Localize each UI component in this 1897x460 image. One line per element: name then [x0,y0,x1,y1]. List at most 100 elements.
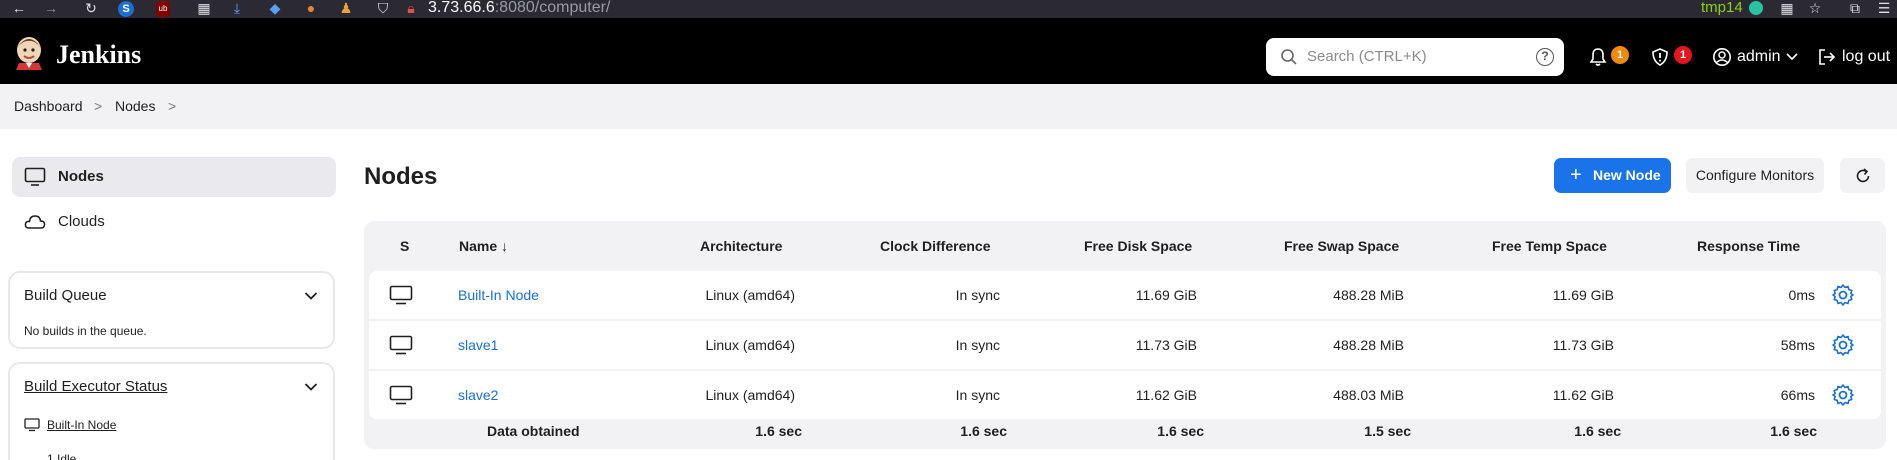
breadcrumb-separator[interactable]: > [168,84,176,129]
notifications-button[interactable]: 1 [1588,38,1629,76]
configure-monitors-button[interactable]: Configure Monitors [1686,158,1824,193]
search-help-icon[interactable]: ? [1536,48,1554,66]
address-bar[interactable]: 3.73.66.6:8080/computer/ [428,0,610,17]
executor-idle-text: 1 Idle [47,452,77,460]
download-icon[interactable]: ⤓ [228,0,246,18]
forward-icon[interactable]: → [42,0,60,18]
node-name-link[interactable]: slave2 [458,371,498,419]
column-header-status[interactable]: S [400,238,409,254]
column-header-free-temp[interactable]: Free Temp Space [1492,238,1607,254]
url-path: :8080/computer/ [494,0,611,16]
chevron-down-icon[interactable] [304,291,318,301]
computer-icon [389,335,413,355]
breadcrumb-dashboard[interactable]: Dashboard [14,84,83,129]
sidebar-item-label: Clouds [58,213,105,230]
node-free-swap: 488.28 MiB [1333,337,1404,353]
node-response-time: 58ms [1780,337,1815,353]
column-header-response-time[interactable]: Response Time [1697,238,1800,254]
column-header-free-swap[interactable]: Free Swap Space [1284,238,1399,254]
qr-grid-icon[interactable]: ▦ [1778,0,1796,18]
search-box[interactable]: Search (CTRL+K) ? [1266,38,1564,76]
table-row: slave2 Linux (amd64) In sync 11.62 GiB 4… [369,371,1881,419]
notifications-count-badge: 1 [1611,46,1629,64]
node-architecture: Linux (amd64) [705,337,796,353]
computer-icon [389,285,413,305]
node-response-time: 0ms [1788,287,1815,303]
person-extension-icon[interactable]: ♟ [337,0,355,18]
username-label: admin [1737,48,1781,65]
grid-extension-icon[interactable]: ▦ [195,0,213,18]
breadcrumb-separator: > [94,98,103,114]
browser-toolbar: ← → ↻ S ub ▦ ⤓ ◆ ● ♟ ⛉ 🔒︎ 3.73.66.6:8080… [0,0,1897,18]
new-node-button[interactable]: + New Node [1554,158,1671,193]
node-clock-difference: In sync [955,387,1000,403]
build-executor-panel: Build Executor Status Built-In Node 1 Id… [8,362,335,460]
computer-icon [24,167,46,186]
column-header-name[interactable]: Name ↓ [459,238,508,254]
computer-icon [24,418,40,432]
node-free-temp: 11.73 GiB [1552,337,1614,353]
profile-status-dot [1749,1,1763,15]
cloud-icon [24,215,46,229]
extension-blue-icon[interactable]: ◆ [266,0,284,18]
node-free-disk: 11.73 GiB [1135,337,1197,353]
cookie-icon[interactable]: ● [302,0,320,18]
user-menu[interactable]: admin [1712,38,1800,76]
refresh-icon [1856,168,1870,183]
gear-icon[interactable] [1831,283,1855,307]
logout-icon [1819,49,1836,65]
sidebar-item-label: Nodes [58,168,104,185]
table-row: slave1 Linux (amd64) In sync 11.73 GiB 4… [369,321,1881,369]
search-icon [1281,49,1297,65]
bookmark-star-icon[interactable]: ☆ [1806,0,1824,18]
node-name-link[interactable]: slave1 [458,321,498,369]
node-free-disk: 11.69 GiB [1135,287,1197,303]
gear-icon[interactable] [1831,383,1855,407]
node-architecture: Linux (amd64) [705,287,796,303]
breadcrumb: Dashboard > Nodes > [0,84,1897,129]
table-row: Built-In Node Linux (amd64) In sync 11.6… [369,271,1881,319]
back-icon[interactable]: ← [10,0,28,18]
node-free-swap: 488.03 MiB [1333,387,1404,403]
data-obtained-temp: 1.6 sec [1574,423,1621,439]
jenkins-header: Jenkins Search (CTRL+K) ? 1 1 admin log … [0,18,1897,84]
build-executor-title[interactable]: Build Executor Status [24,378,167,395]
sidebar-item-clouds[interactable]: Clouds [12,202,336,242]
chevron-down-icon[interactable] [304,382,318,392]
logout-button[interactable]: log out [1817,38,1895,76]
executor-node-link[interactable]: Built-In Node [47,418,116,432]
ublock-icon[interactable]: ub [156,1,170,17]
insecure-lock-icon[interactable]: 🔒︎ [402,0,420,18]
extension-s-icon[interactable]: S [118,1,134,17]
column-header-architecture[interactable]: Architecture [700,238,782,254]
build-queue-title[interactable]: Build Queue [24,287,107,304]
node-free-temp: 11.62 GiB [1552,387,1614,403]
node-clock-difference: In sync [955,287,1000,303]
search-input[interactable]: Search (CTRL+K) [1307,38,1427,76]
sidebar-item-nodes[interactable]: Nodes [12,157,336,197]
node-clock-difference: In sync [955,337,1000,353]
reload-icon[interactable]: ↻ [82,0,100,18]
jenkins-logo-icon[interactable] [13,34,45,70]
node-response-time: 66ms [1780,387,1815,403]
security-button[interactable]: 1 [1650,38,1694,76]
extensions-icon[interactable]: ⧉ [1846,0,1864,18]
nodes-table: S Name ↓ Architecture Clock Difference F… [364,221,1886,449]
jenkins-brand[interactable]: Jenkins [56,40,141,70]
node-free-swap: 488.28 MiB [1333,287,1404,303]
breadcrumb-nodes[interactable]: Nodes [115,84,155,129]
shield-alert-icon [1652,48,1668,66]
gear-icon[interactable] [1831,333,1855,357]
column-header-free-disk[interactable]: Free Disk Space [1084,238,1192,254]
node-free-disk: 11.62 GiB [1135,387,1197,403]
refresh-button[interactable] [1840,158,1885,193]
menu-icon[interactable]: ☰ [1875,0,1893,18]
bell-icon [1589,48,1607,66]
node-name-link[interactable]: Built-In Node [458,271,539,319]
node-architecture: Linux (amd64) [705,387,796,403]
data-obtained-clock: 1.6 sec [960,423,1007,439]
column-header-clock-difference[interactable]: Clock Difference [880,238,990,254]
new-node-label: New Node [1593,167,1661,183]
plus-icon: + [1570,164,1582,186]
build-queue-empty-text: No builds in the queue. [24,324,147,338]
